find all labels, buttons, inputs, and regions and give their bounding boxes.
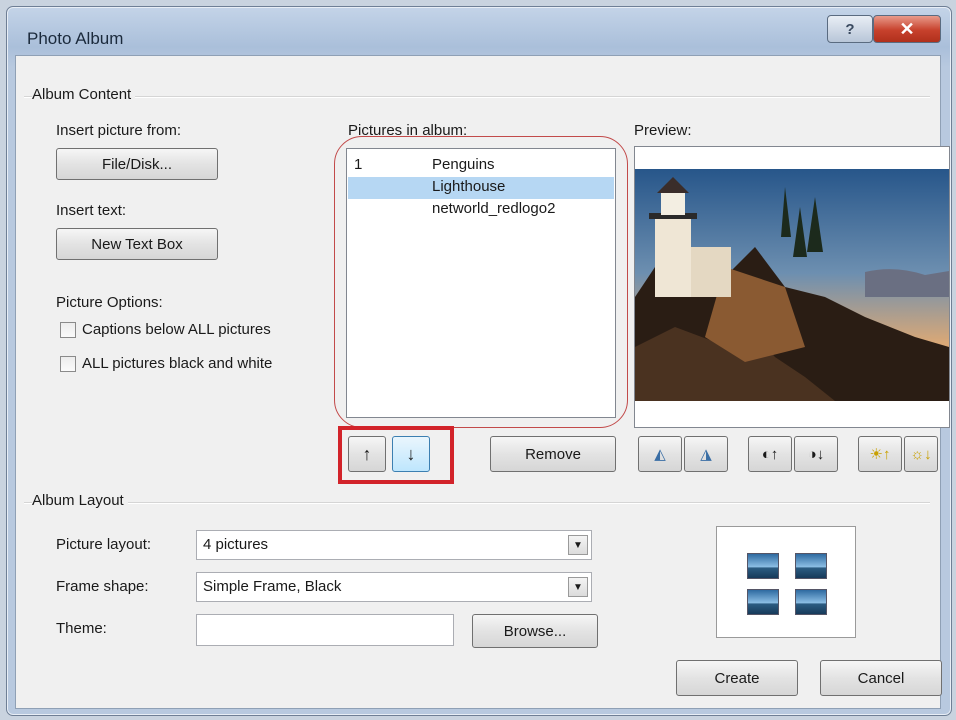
- theme-label: Theme:: [56, 620, 107, 637]
- preview-image: [634, 146, 950, 428]
- less-brightness-button[interactable]: ☼↓: [904, 436, 938, 472]
- picture-layout-value: 4 pictures: [203, 536, 269, 553]
- rotate-right-icon: ◮: [700, 445, 712, 463]
- photo-album-dialog: Photo Album ? ✕ Album Content Insert pic…: [6, 6, 952, 716]
- insert-picture-label: Insert picture from:: [56, 122, 182, 139]
- list-item-number: 1: [354, 156, 363, 173]
- list-item-name: Penguins: [432, 156, 495, 173]
- black-white-checkbox[interactable]: [60, 356, 76, 372]
- file-disk-button[interactable]: File/Disk...: [56, 148, 218, 180]
- more-contrast-button[interactable]: ◐↑: [748, 436, 792, 472]
- contrast-up-icon: ◐↑: [761, 445, 779, 463]
- layout-preview: [716, 526, 856, 638]
- rotate-left-button[interactable]: ◭: [638, 436, 682, 472]
- browse-button[interactable]: Browse...: [472, 614, 598, 648]
- preview-label: Preview:: [634, 122, 692, 139]
- move-down-button[interactable]: ↓: [392, 436, 430, 472]
- window-title: Photo Album: [27, 29, 124, 48]
- dialog-body: Album Content Insert picture from: File/…: [15, 55, 950, 709]
- list-item[interactable]: 1 Penguins: [348, 155, 614, 177]
- captions-label: Captions below ALL pictures: [82, 321, 271, 338]
- theme-field[interactable]: [196, 614, 454, 646]
- chevron-down-icon[interactable]: ▼: [568, 577, 588, 597]
- black-white-label: ALL pictures black and white: [82, 355, 273, 372]
- arrow-down-icon: ↓: [406, 443, 416, 464]
- frame-shape-label: Frame shape:: [56, 578, 149, 595]
- list-item-name: Lighthouse: [432, 178, 506, 195]
- picture-options-label: Picture Options:: [56, 294, 163, 311]
- album-content-divider: [24, 96, 930, 98]
- more-brightness-button[interactable]: ☀↑: [858, 436, 902, 472]
- picture-layout-dropdown[interactable]: 4 pictures ▼: [196, 530, 592, 560]
- help-button[interactable]: ?: [827, 15, 873, 43]
- layout-thumb: [795, 553, 827, 579]
- brightness-down-icon: ☼↓: [910, 445, 932, 463]
- picture-layout-label: Picture layout:: [56, 536, 152, 553]
- album-layout-label: Album Layout: [32, 492, 128, 509]
- list-item-name: networld_redlogo2: [432, 200, 556, 217]
- insert-text-label: Insert text:: [56, 202, 127, 219]
- frame-shape-value: Simple Frame, Black: [203, 578, 342, 595]
- move-up-button[interactable]: ↑: [348, 436, 386, 472]
- close-button[interactable]: ✕: [873, 15, 941, 43]
- layout-thumb: [747, 589, 779, 615]
- cancel-button[interactable]: Cancel: [820, 660, 942, 696]
- pictures-listbox[interactable]: 1 Penguins Lighthouse networld_redlogo2: [346, 148, 616, 418]
- remove-button[interactable]: Remove: [490, 436, 616, 472]
- frame-shape-dropdown[interactable]: Simple Frame, Black ▼: [196, 572, 592, 602]
- list-item[interactable]: networld_redlogo2: [348, 199, 614, 221]
- captions-checkbox[interactable]: [60, 322, 76, 338]
- create-button[interactable]: Create: [676, 660, 798, 696]
- lighthouse-image: [635, 169, 949, 427]
- album-content-label: Album Content: [32, 86, 136, 103]
- chevron-down-icon[interactable]: ▼: [568, 535, 588, 555]
- list-item-selected[interactable]: Lighthouse: [348, 177, 614, 199]
- less-contrast-button[interactable]: ◑↓: [794, 436, 838, 472]
- arrow-up-icon: ↑: [362, 443, 372, 464]
- new-text-box-button[interactable]: New Text Box: [56, 228, 218, 260]
- help-icon: ?: [845, 20, 855, 38]
- brightness-up-icon: ☀↑: [869, 445, 891, 463]
- layout-thumb: [747, 553, 779, 579]
- pictures-in-album-label: Pictures in album:: [348, 122, 468, 139]
- rotate-left-icon: ◭: [654, 445, 666, 463]
- album-layout-divider: [24, 502, 930, 504]
- contrast-down-icon: ◑↓: [807, 445, 825, 463]
- layout-thumb: [795, 589, 827, 615]
- rotate-right-button[interactable]: ◮: [684, 436, 728, 472]
- close-icon: ✕: [899, 18, 915, 39]
